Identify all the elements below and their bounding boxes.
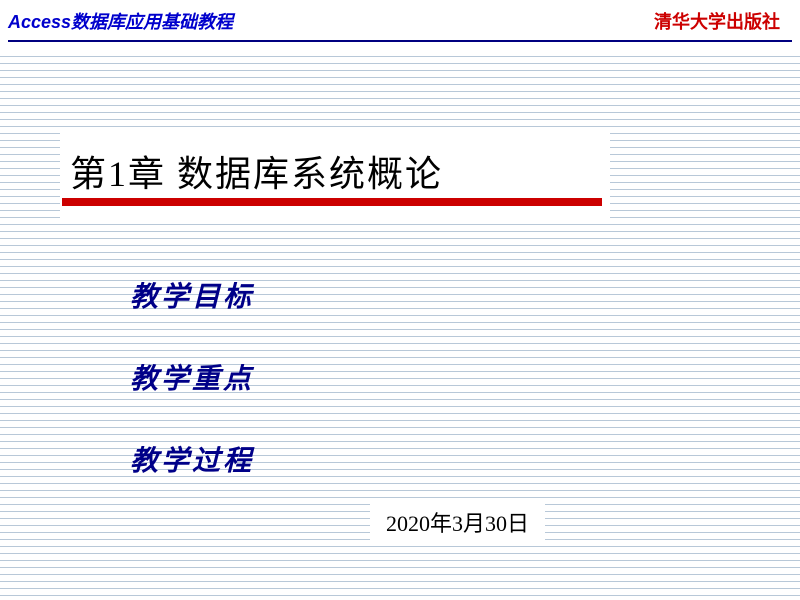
date-container: 2020年3月30日: [370, 502, 545, 542]
publisher-name: 清华大学出版社: [654, 8, 780, 34]
section-item-keypoints: 教学重点: [130, 357, 254, 397]
slide-date: 2020年3月30日: [386, 506, 529, 538]
title-underline: [62, 198, 602, 206]
slide-header: Access数据库应用基础教程 清华大学出版社: [0, 0, 800, 38]
section-list: 教学目标 教学重点 教学过程: [130, 275, 254, 521]
chapter-title: 第1章 数据库系统概论: [70, 145, 443, 197]
section-item-process: 教学过程: [130, 439, 254, 479]
course-title: Access数据库应用基础教程: [8, 8, 233, 34]
section-item-objectives: 教学目标: [130, 275, 254, 315]
header-divider: [8, 40, 792, 42]
